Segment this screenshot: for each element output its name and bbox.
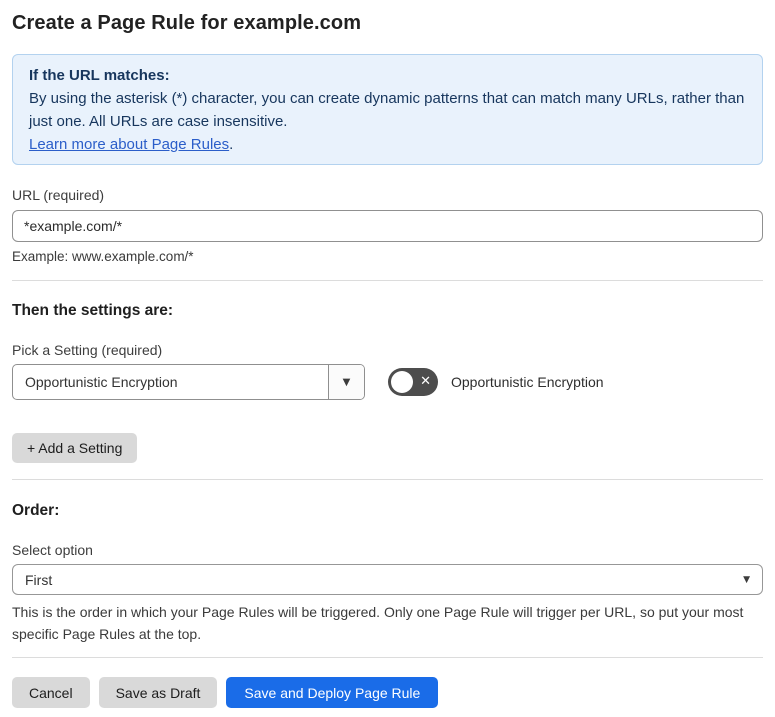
setting-select-value: Opportunistic Encryption bbox=[25, 374, 178, 390]
order-section-heading: Order: bbox=[12, 502, 60, 519]
save-and-deploy-button[interactable]: Save and Deploy Page Rule bbox=[226, 677, 439, 708]
chevron-down-icon: ▼ bbox=[342, 376, 351, 388]
settings-section-heading: Then the settings are: bbox=[12, 302, 174, 319]
order-helper-text: This is the order in which your Page Rul… bbox=[12, 604, 744, 642]
url-example-helper: Example: www.example.com/* bbox=[12, 249, 194, 264]
footer-actions: Cancel Save as Draft Save and Deploy Pag… bbox=[12, 677, 763, 708]
toggle-off-x-icon: ✕ bbox=[420, 374, 431, 390]
link-suffix: . bbox=[229, 136, 234, 153]
url-field-label: URL (required) bbox=[12, 187, 105, 203]
opportunistic-encryption-toggle[interactable]: ✕ bbox=[388, 368, 438, 396]
chevron-down-icon: ▼ bbox=[743, 574, 750, 585]
divider bbox=[12, 280, 763, 281]
order-select[interactable]: First ▼ bbox=[12, 564, 763, 595]
toggle-label: Opportunistic Encryption bbox=[451, 374, 604, 390]
info-box-body: By using the asterisk (*) character, you… bbox=[29, 90, 745, 130]
divider bbox=[12, 657, 763, 658]
cancel-button[interactable]: Cancel bbox=[12, 677, 90, 708]
pick-setting-label: Pick a Setting (required) bbox=[12, 342, 163, 358]
order-select-value: First bbox=[25, 571, 53, 588]
page-title: Create a Page Rule for example.com bbox=[12, 12, 362, 34]
setting-row: Opportunistic Encryption ▼ ✕ Opportunist… bbox=[12, 364, 763, 400]
save-as-draft-button[interactable]: Save as Draft bbox=[98, 677, 218, 708]
setting-select[interactable]: Opportunistic Encryption ▼ bbox=[12, 364, 365, 400]
setting-select-arrow-button[interactable]: ▼ bbox=[328, 365, 364, 399]
order-select-label: Select option bbox=[12, 542, 93, 558]
learn-more-link[interactable]: Learn more about Page Rules bbox=[29, 136, 229, 153]
info-box-heading: If the URL matches: bbox=[29, 67, 170, 84]
divider bbox=[12, 479, 763, 480]
toggle-knob bbox=[391, 371, 413, 393]
add-setting-button[interactable]: + Add a Setting bbox=[12, 433, 138, 463]
url-input[interactable] bbox=[12, 210, 763, 242]
info-box-link-line: Learn more about Page Rules. bbox=[29, 133, 746, 156]
url-match-info-box: If the URL matches: By using the asteris… bbox=[12, 54, 763, 165]
